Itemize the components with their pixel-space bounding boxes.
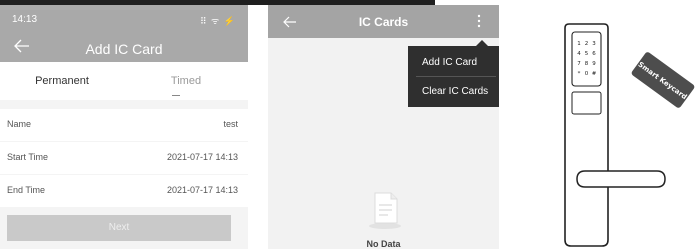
status-icons: ⠿ ᯤ ⚡	[199, 16, 236, 26]
page-title: IC Cards	[358, 15, 409, 29]
status-time: 14:13	[12, 14, 38, 25]
key-7: 7	[577, 61, 581, 67]
key-star: *	[578, 71, 581, 77]
tab-timed[interactable]: Timed	[124, 75, 248, 87]
key-4: 4	[577, 51, 581, 57]
menu-item-add-ic-card[interactable]: Add IC Card	[422, 57, 477, 68]
empty-state-text: No Data	[366, 239, 401, 249]
empty-document-icon	[369, 192, 401, 229]
name-field[interactable]: test	[223, 119, 238, 129]
ic-cards-screen: IC Cards Add IC Card Clear IC Cards No D…	[268, 5, 499, 249]
header-bar: IC Cards	[268, 5, 499, 38]
start-time-row[interactable]: Start Time 2021-07-17 14:13	[0, 142, 248, 174]
key-1: 1	[577, 41, 581, 47]
door-lock-illustration: 1 2 3 4 5 6 7 8 9 * 0 # Smart Keycard	[564, 23, 695, 247]
end-time-row[interactable]: End Time 2021-07-17 14:13	[0, 175, 248, 207]
key-0: 0	[585, 71, 589, 77]
key-8: 8	[585, 61, 589, 67]
start-time-value[interactable]: 2021-07-17 14:13	[167, 152, 238, 162]
smart-keycard: Smart Keycard	[631, 52, 695, 108]
key-hash: #	[592, 71, 597, 77]
add-ic-card-screen: 14:13 ⠿ ᯤ ⚡ Add IC Card Permanent Timed …	[0, 5, 248, 249]
key-3: 3	[592, 41, 596, 47]
name-row[interactable]: Name test	[0, 109, 248, 141]
menu-divider	[416, 76, 496, 77]
end-time-label: End Time	[7, 185, 46, 195]
menu-item-clear-ic-cards[interactable]: Clear IC Cards	[422, 86, 488, 97]
next-button[interactable]: Next	[7, 215, 231, 241]
door-handle	[576, 170, 666, 188]
header-bar: 14:13 ⠿ ᯤ ⚡ Add IC Card	[0, 5, 248, 62]
dropdown-menu: Add IC Card Clear IC Cards	[408, 46, 499, 107]
key-9: 9	[592, 61, 596, 67]
tab-indicator	[172, 95, 180, 96]
more-menu-icon[interactable]	[476, 12, 482, 30]
key-6: 6	[592, 51, 596, 57]
name-label: Name	[7, 119, 32, 129]
key-2: 2	[585, 41, 589, 47]
key-5: 5	[585, 51, 589, 57]
card-reader	[571, 91, 602, 115]
tab-permanent[interactable]: Permanent	[0, 75, 124, 87]
end-time-value[interactable]: 2021-07-17 14:13	[167, 185, 238, 195]
start-time-label: Start Time	[7, 152, 49, 162]
tab-bar: Permanent Timed	[0, 62, 248, 100]
page-title: Add IC Card	[85, 41, 163, 57]
